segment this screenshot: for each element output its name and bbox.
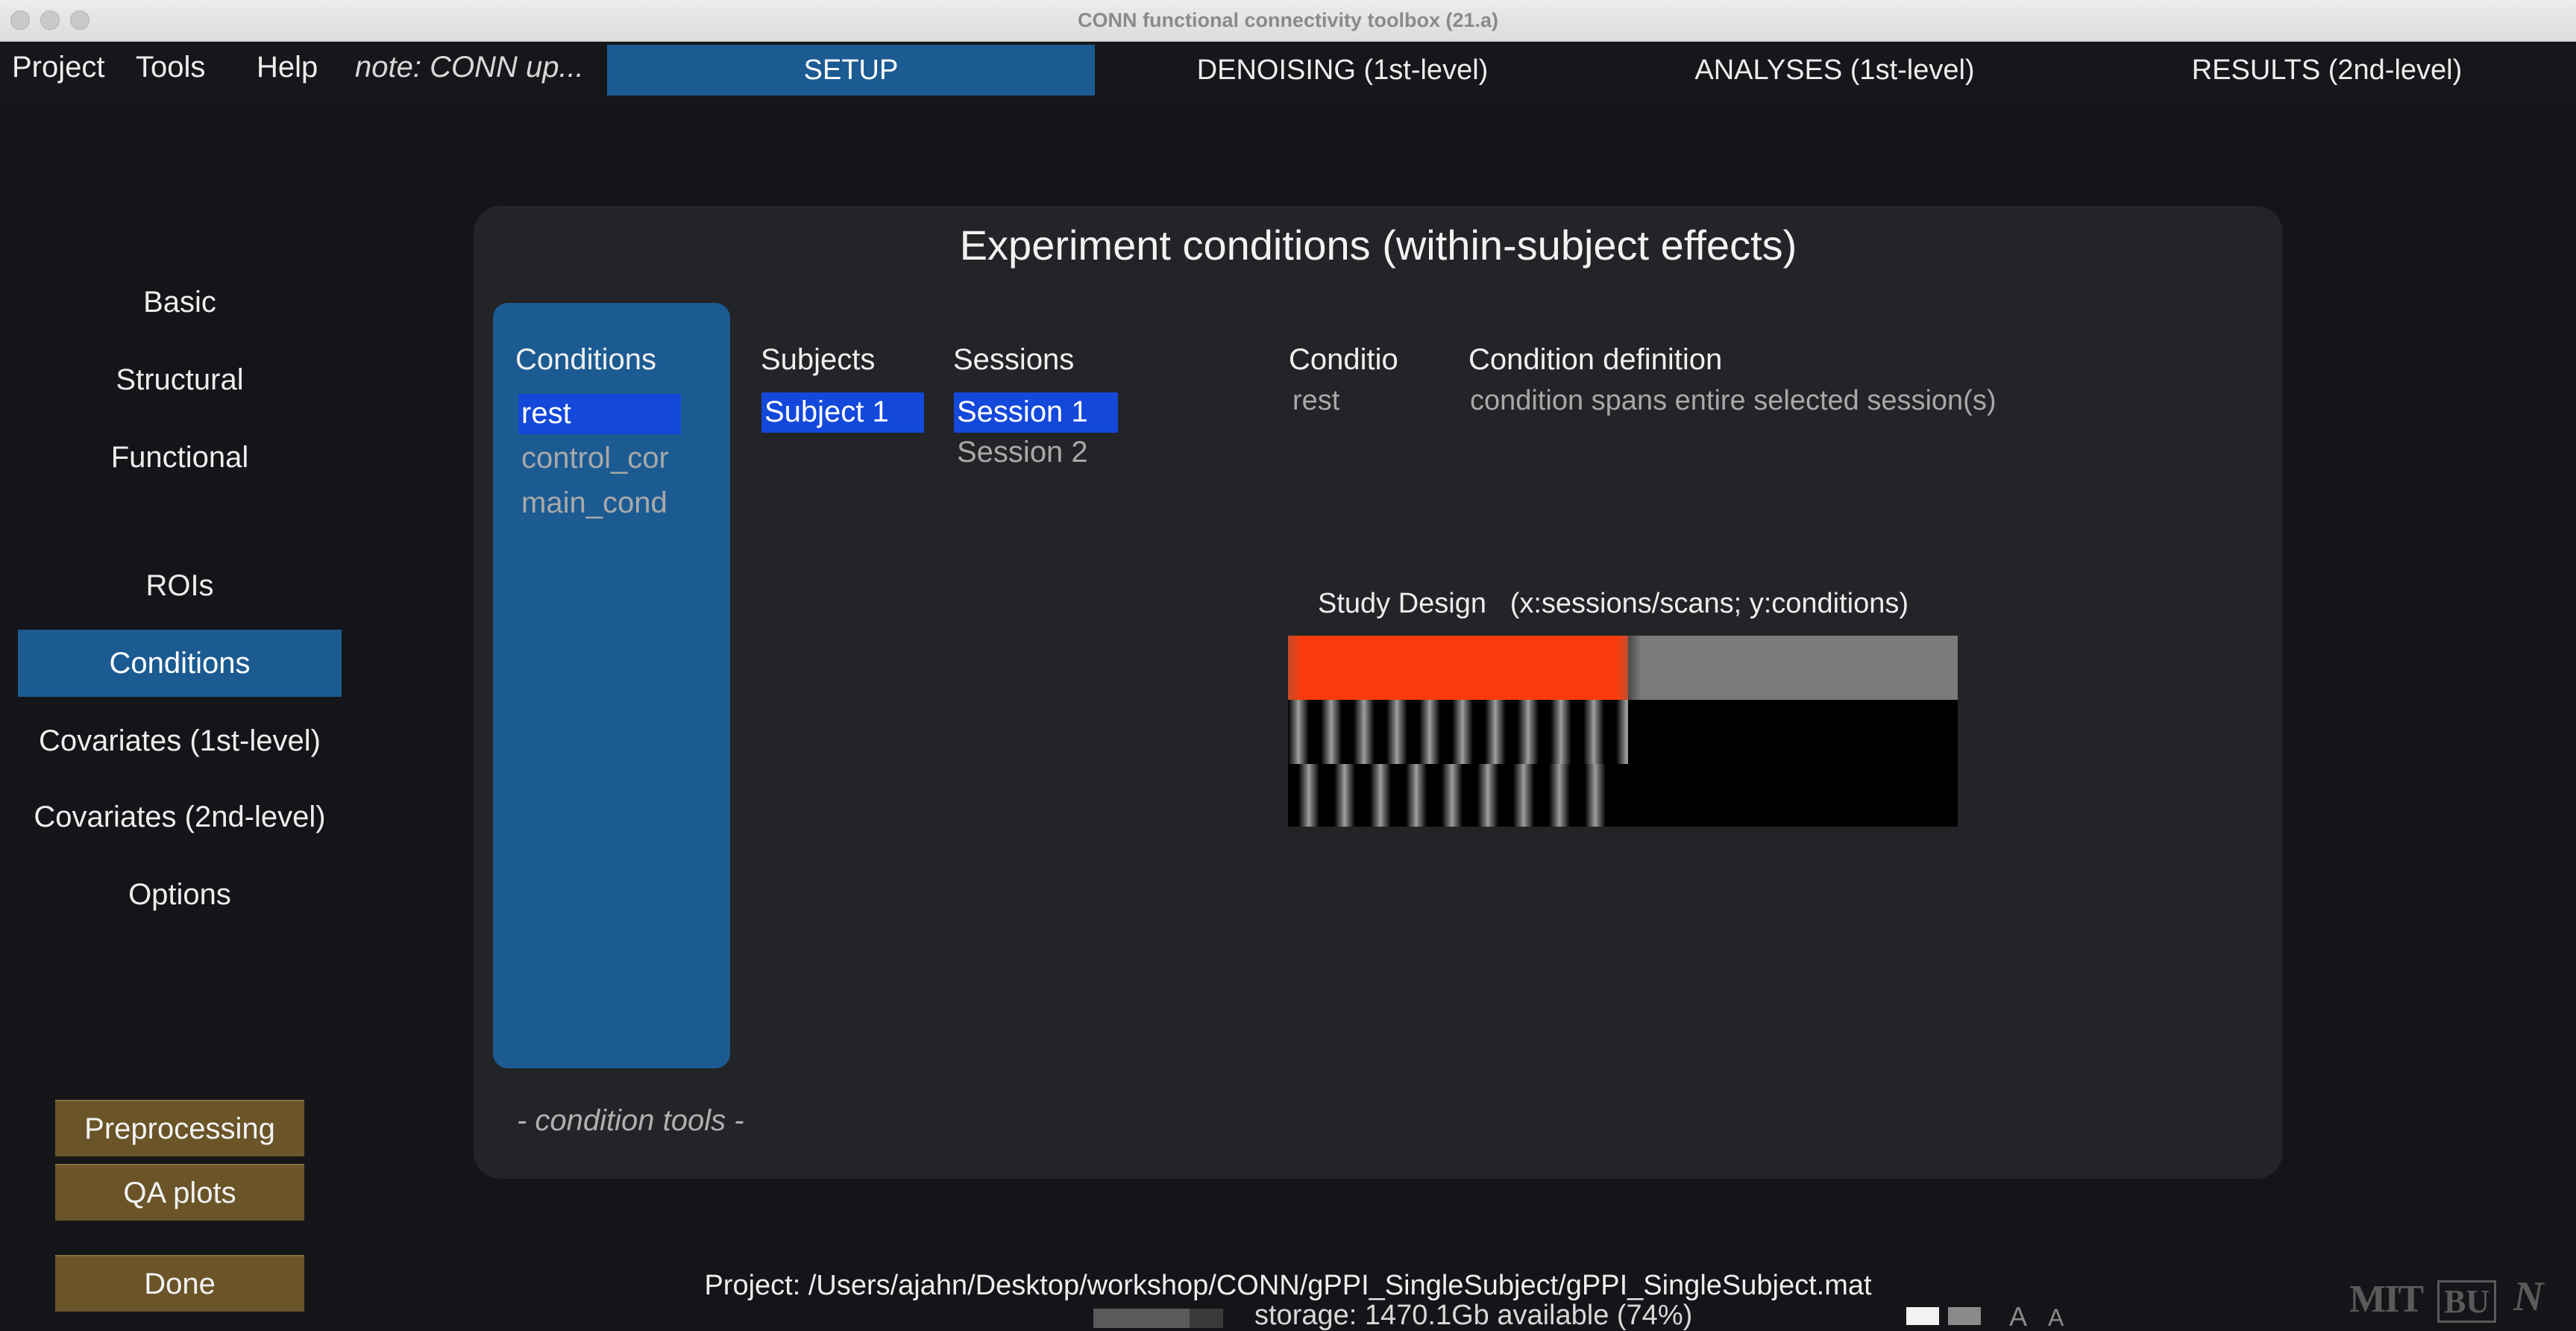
- subject-item-1[interactable]: Subject 1: [761, 392, 924, 433]
- menu-project[interactable]: Project: [12, 51, 105, 84]
- session-item-2[interactable]: Session 2: [954, 433, 1118, 473]
- tab-denoising[interactable]: DENOISING (1st-level): [1104, 45, 1581, 95]
- subjects-header: Subjects: [761, 343, 876, 376]
- design-control-blocks: [1288, 700, 1628, 764]
- preprocessing-button[interactable]: Preprocessing: [55, 1100, 304, 1156]
- design-rest-session2: [1628, 636, 1958, 700]
- condition-definition-value[interactable]: condition spans entire selected session(…: [1470, 385, 1997, 417]
- condition-item-control[interactable]: control_cor: [518, 439, 681, 479]
- study-design-title: Study Design (x:sessions/scans; y:condit…: [1318, 588, 1909, 620]
- mit-logo: MIT: [2349, 1278, 2424, 1321]
- qa-plots-button[interactable]: QA plots: [55, 1164, 304, 1221]
- theme-light-swatch[interactable]: [1906, 1307, 1939, 1325]
- sidebar-item-covariates-2nd[interactable]: Covariates (2nd-level): [18, 783, 342, 851]
- tab-analyses[interactable]: ANALYSES (1st-level): [1596, 45, 2073, 95]
- project-path: Project: /Users/ajahn/Desktop/workshop/C…: [704, 1270, 1872, 1301]
- sidebar-item-covariates-1st[interactable]: Covariates (1st-level): [18, 707, 342, 774]
- condition-name-value[interactable]: rest: [1292, 385, 1339, 417]
- sidebar-item-conditions[interactable]: Conditions: [18, 630, 342, 697]
- sessions-header: Sessions: [953, 343, 1075, 376]
- study-design-axes: (x:sessions/scans; y:conditions): [1510, 588, 1909, 619]
- session-item-1[interactable]: Session 1: [954, 392, 1118, 433]
- menu-bar: Project Tools Help note: CONN up... SETU…: [0, 42, 2576, 101]
- sidebar-item-functional[interactable]: Functional: [18, 424, 342, 491]
- title-bar: CONN functional connectivity toolbox (21…: [0, 0, 2576, 42]
- conditions-panel: Experiment conditions (within-subject ef…: [474, 206, 2283, 1179]
- sidebar-item-rois[interactable]: ROIs: [18, 552, 342, 619]
- condition-item-main[interactable]: main_cond: [518, 483, 681, 524]
- tab-results[interactable]: RESULTS (2nd-level): [2088, 45, 2566, 95]
- theme-grey-swatch[interactable]: [1948, 1307, 1981, 1325]
- condition-item-rest[interactable]: rest: [518, 394, 681, 434]
- storage-bar: [1093, 1309, 1223, 1328]
- menu-help[interactable]: Help: [257, 51, 318, 84]
- storage-bar-fill: [1093, 1309, 1190, 1328]
- update-note[interactable]: note: CONN up...: [355, 51, 584, 84]
- design-main-blocks: [1288, 764, 1616, 827]
- font-size-up[interactable]: A: [2048, 1304, 2064, 1331]
- sidebar-item-options[interactable]: Options: [18, 861, 342, 928]
- storage-text: storage: 1470.1Gb available (74%): [1254, 1300, 1693, 1331]
- n-logo: N: [2513, 1274, 2544, 1320]
- bu-logo: BU: [2437, 1280, 2497, 1323]
- sidebar-item-structural[interactable]: Structural: [18, 346, 342, 413]
- font-size-down[interactable]: A: [2009, 1301, 2027, 1331]
- condition-name-header: Conditio: [1289, 343, 1398, 376]
- condition-tools-menu[interactable]: - condition tools -: [517, 1104, 744, 1138]
- tab-setup[interactable]: SETUP: [607, 45, 1095, 95]
- design-rest-session1: [1288, 636, 1628, 700]
- window-title: CONN functional connectivity toolbox (21…: [1077, 9, 1499, 31]
- menu-tools[interactable]: Tools: [136, 51, 205, 84]
- condition-definition-header: Condition definition: [1468, 343, 1723, 376]
- panel-title: Experiment conditions (within-subject ef…: [959, 222, 1797, 269]
- study-design-plot[interactable]: [1288, 636, 1958, 827]
- conditions-header: Conditions: [515, 343, 657, 376]
- study-design-label: Study Design: [1318, 588, 1487, 619]
- sidebar-item-basic[interactable]: Basic: [18, 269, 342, 336]
